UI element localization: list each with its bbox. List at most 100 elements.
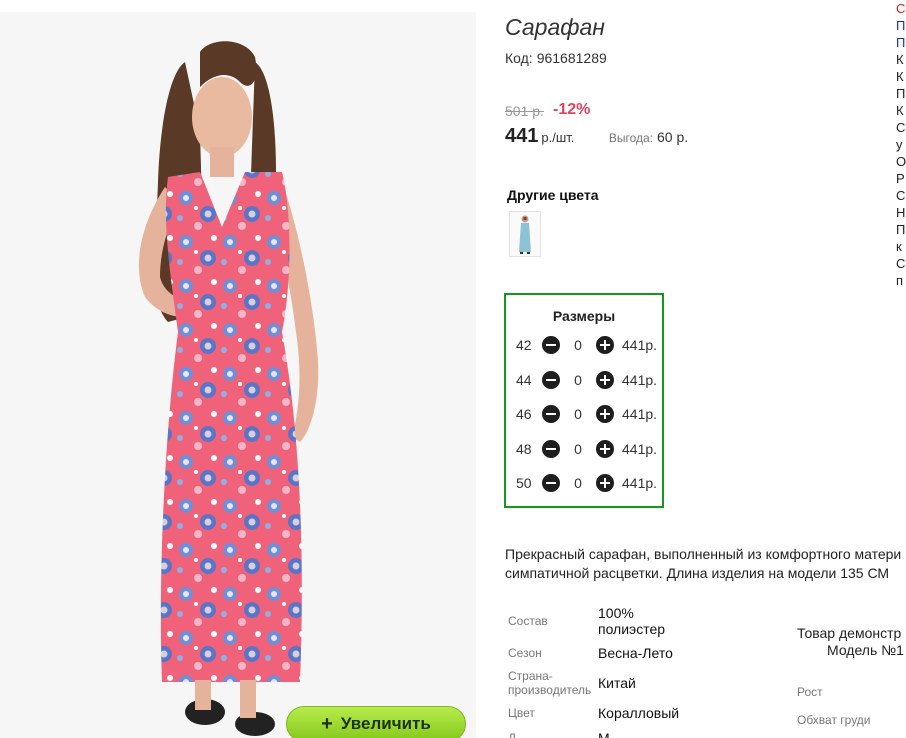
chest-label: Обхват груди (797, 713, 871, 727)
product-code-value: 961681289 (536, 50, 607, 66)
attribute-label-line: производитель (508, 683, 592, 697)
side-list-item: С (896, 188, 906, 203)
product-description: Прекрасный сарафан, выполненный из комфо… (505, 545, 906, 583)
size-price: 441р. (622, 372, 658, 388)
size-price: 441р. (622, 441, 658, 457)
price-value: 441 (505, 125, 539, 147)
plus-icon (600, 443, 610, 454)
zoom-button[interactable]: + Увеличить (286, 706, 466, 738)
decrease-quantity-button[interactable] (542, 474, 560, 492)
sizes-heading: Размеры (552, 308, 616, 324)
minus-icon (546, 378, 556, 382)
quantity-value: 0 (574, 337, 582, 353)
old-price: 501 р. (505, 103, 544, 119)
plus-icon (600, 408, 610, 419)
sizes-panel: Размеры 42 0 441р. 44 0 441р. 46 0 441р.… (504, 293, 664, 508)
decrease-quantity-button[interactable] (542, 440, 560, 458)
product-photo[interactable] (0, 12, 476, 738)
price-unit: р./шт. (541, 130, 575, 145)
size-label: 42 (516, 337, 532, 353)
size-price: 441р. (622, 337, 658, 353)
decrease-quantity-button[interactable] (542, 405, 560, 423)
demo-model-note: Товар демонстр Модель №1 (797, 625, 906, 659)
attribute-value-color: Коралловый (598, 705, 680, 721)
size-price: 441р. (622, 475, 658, 491)
description-line: симпатичной расцветки. Длина изделия на … (505, 565, 890, 581)
quantity-value: 0 (574, 372, 582, 388)
attribute-label-country: Страна- производитель (508, 669, 591, 697)
minus-icon (546, 481, 556, 485)
increase-quantity-button[interactable] (596, 336, 614, 354)
increase-quantity-button[interactable] (596, 474, 614, 492)
size-row-46: 46 0 441р. (516, 404, 657, 424)
size-label: 44 (516, 372, 532, 388)
side-list-item: О (896, 154, 906, 169)
increase-quantity-button[interactable] (596, 405, 614, 423)
side-list-item: Н (896, 205, 906, 220)
decrease-quantity-button[interactable] (542, 336, 560, 354)
side-list-item: п (896, 273, 904, 288)
side-list-item: К (896, 103, 904, 118)
dress-model-image (138, 41, 319, 736)
size-label: 48 (516, 441, 532, 457)
description-line: Прекрасный сарафан, выполненный из комфо… (505, 546, 902, 562)
side-list-item: С (896, 120, 906, 135)
plus-icon: + (321, 713, 333, 735)
demo-model-line: Модель №1 (827, 642, 904, 658)
plus-icon (600, 477, 610, 488)
plus-icon (600, 339, 610, 350)
plus-icon (600, 374, 610, 385)
attribute-value-season: Весна-Лето (598, 645, 673, 661)
size-price: 441р. (622, 406, 658, 422)
minus-icon (546, 343, 556, 347)
size-row-44: 44 0 441р. (516, 370, 657, 390)
side-list-item: К (896, 52, 904, 67)
size-label: 46 (516, 406, 532, 422)
attribute-value-length: М (598, 730, 610, 738)
side-list-item: П (896, 86, 906, 101)
height-label: Рост (797, 685, 823, 699)
attribute-value-line: полиэстер (598, 621, 666, 637)
quantity-value: 0 (574, 441, 582, 457)
quantity-value: 0 (574, 475, 582, 491)
other-colors-heading: Другие цвета (507, 187, 599, 203)
product-code: Код: 961681289 (505, 50, 607, 66)
side-list-item: Р (896, 171, 905, 186)
minus-icon (546, 412, 556, 416)
side-list-item: к (896, 239, 902, 254)
side-list-item[interactable]: П (896, 34, 906, 51)
attribute-value-composition: 100% полиэстер (598, 605, 665, 637)
size-row-48: 48 0 441р. (516, 439, 657, 459)
side-list-item: у (896, 137, 903, 152)
attribute-label-color: Цвет (508, 706, 535, 720)
color-variant-thumbnail[interactable] (509, 211, 541, 257)
discount-badge: -12% (553, 101, 591, 118)
zoom-button-label: Увеличить (340, 714, 431, 733)
attribute-label-length: Д (508, 731, 517, 738)
attribute-label-line: Страна- (508, 669, 553, 683)
side-list-item: К (896, 69, 904, 84)
side-list-item[interactable]: С (896, 0, 906, 17)
color-variant-image (519, 215, 531, 254)
size-row-42: 42 0 441р. (516, 335, 657, 355)
demo-model-line: Товар демонстр (797, 625, 902, 641)
increase-quantity-button[interactable] (596, 371, 614, 389)
attribute-label-composition: Состав (508, 614, 548, 628)
quantity-value: 0 (574, 406, 582, 422)
attribute-value-country: Китай (598, 675, 636, 691)
side-menu-list: С П П К К П К С у О Р С Н П к С п (896, 0, 906, 289)
increase-quantity-button[interactable] (596, 440, 614, 458)
side-list-item: П (896, 222, 906, 237)
benefit-label: Выгода: (608, 131, 654, 145)
price-row: 441 р./шт. Выгода: 60 р. (505, 125, 688, 148)
benefit-value: 60 р. (657, 129, 689, 145)
side-list-item[interactable]: П (896, 17, 906, 34)
size-row-50: 50 0 441р. (516, 473, 657, 493)
product-title: Сарафан (505, 14, 605, 40)
side-list-item: С (896, 256, 906, 271)
attribute-label-season: Сезон (508, 646, 542, 660)
size-label: 50 (516, 475, 532, 491)
decrease-quantity-button[interactable] (542, 371, 560, 389)
minus-icon (546, 447, 556, 451)
product-code-label: Код: (505, 50, 533, 66)
